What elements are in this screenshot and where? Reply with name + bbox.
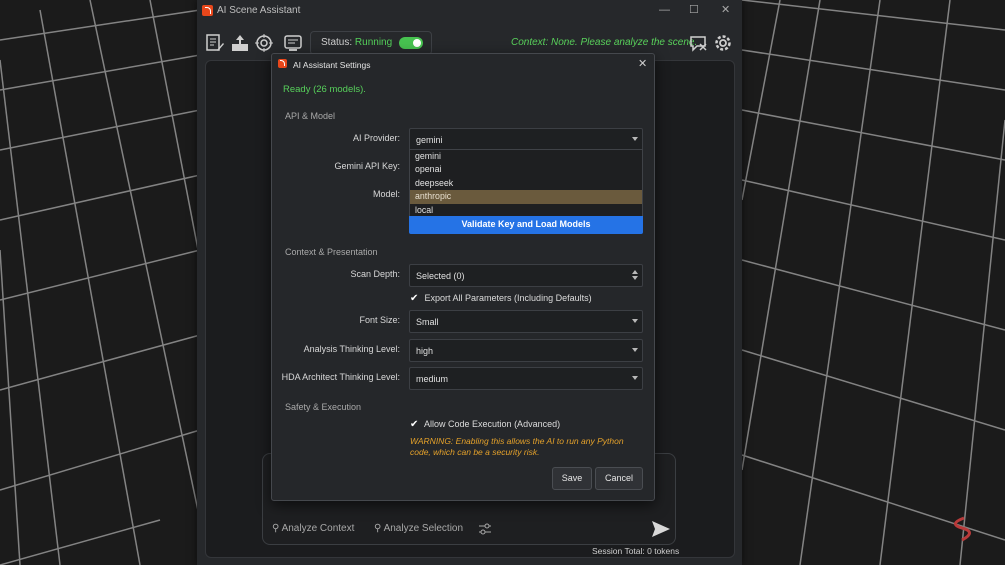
model-label: Model: [372, 189, 400, 199]
analysis-thinking-select[interactable]: high [409, 339, 643, 362]
checkmark-icon: ✔ [410, 419, 419, 430]
running-toggle[interactable] [399, 37, 423, 49]
hda-thinking-label: HDA Architect Thinking Level: [281, 372, 400, 382]
section-safety-execution: Safety & Execution [285, 402, 362, 412]
provider-option-openai[interactable]: openai [410, 163, 642, 176]
analyze-context-button[interactable]: ⚲ Analyze Context [272, 523, 354, 534]
chevron-down-icon [632, 348, 638, 352]
analysis-thinking-value: high [416, 346, 434, 356]
scan-depth-spinbox[interactable]: Selected (0) [409, 264, 643, 287]
font-size-select[interactable]: Small [409, 310, 643, 333]
spin-down-icon[interactable] [632, 276, 638, 280]
target-icon[interactable] [254, 33, 274, 53]
provider-option-gemini[interactable]: gemini [410, 150, 642, 163]
scan-depth-value: Selected (0) [416, 271, 465, 281]
save-button[interactable]: Save [552, 467, 592, 490]
minimize-icon[interactable]: — [659, 3, 670, 17]
send-icon[interactable] [651, 520, 671, 538]
checkmark-icon: ✔ [410, 293, 419, 304]
validate-key-button[interactable]: Validate Key and Load Models [409, 216, 643, 234]
zoom-icon: ⚲ [272, 523, 280, 534]
allow-code-exec-label: Allow Code Execution (Advanced) [424, 419, 561, 429]
sliders-icon[interactable] [478, 522, 492, 536]
font-size-label: Font Size: [359, 315, 400, 325]
export-icon[interactable] [230, 33, 250, 53]
analyze-selection-label: Analyze Selection [383, 523, 464, 534]
session-total: Session Total: 0 tokens [592, 546, 680, 556]
status-value: Running [354, 37, 393, 48]
scan-depth-label: Scan Depth: [350, 269, 400, 279]
hda-thinking-value: medium [416, 374, 449, 384]
status-label: Status: [321, 37, 353, 48]
ready-status: Ready (26 models). [283, 84, 366, 95]
chevron-down-icon [632, 137, 638, 141]
window-title: AI Scene Assistant [217, 5, 301, 16]
allow-code-exec-checkbox[interactable]: ✔ Allow Code Execution (Advanced) [410, 419, 560, 430]
gemini-api-key-label: Gemini API Key: [334, 161, 400, 171]
zoom-icon: ⚲ [374, 523, 382, 534]
provider-option-local[interactable]: local [410, 204, 642, 217]
context-message: Context: None. Please analyze the scene. [511, 37, 698, 48]
ai-provider-label: AI Provider: [352, 133, 400, 143]
provider-option-anthropic[interactable]: anthropic [410, 190, 642, 204]
houdini-app-icon [278, 59, 287, 68]
provider-option-deepseek[interactable]: deepseek [410, 177, 642, 190]
ai-provider-value: gemini [416, 135, 443, 145]
close-icon[interactable]: ✕ [721, 3, 730, 17]
security-warning: WARNING: Enabling this allows the AI to … [410, 436, 624, 457]
dialog-title-bar: AI Assistant Settings ✕ [272, 54, 654, 74]
section-api-model: API & Model [285, 111, 336, 121]
chevron-down-icon [632, 376, 638, 380]
analyze-selection-button[interactable]: ⚲ Analyze Selection [374, 523, 463, 534]
dialog-title: AI Assistant Settings [293, 60, 371, 70]
maximize-icon[interactable]: ☐ [689, 3, 699, 17]
ai-provider-dropdown: gemini openai deepseek anthropic local [409, 149, 643, 218]
chevron-down-icon [632, 319, 638, 323]
export-all-params-label: Export All Parameters (Including Default… [424, 293, 592, 303]
clear-chat-icon[interactable] [688, 33, 708, 53]
cancel-button[interactable]: Cancel [595, 467, 643, 490]
houdini-app-icon [202, 5, 213, 16]
notes-edit-icon[interactable] [205, 33, 225, 53]
font-size-value: Small [416, 317, 439, 327]
analyze-context-label: Analyze Context [281, 523, 355, 534]
dialog-close-icon[interactable]: ✕ [638, 57, 647, 70]
gear-icon[interactable] [713, 33, 733, 53]
hda-thinking-select[interactable]: medium [409, 367, 643, 390]
ai-provider-select[interactable]: gemini [409, 128, 643, 151]
settings-dialog: AI Assistant Settings ✕ Ready (26 models… [271, 53, 655, 501]
analysis-thinking-label: Analysis Thinking Level: [303, 344, 400, 354]
status-indicator: Status: Running [310, 31, 432, 55]
export-all-params-checkbox[interactable]: ✔ Export All Parameters (Including Defau… [410, 293, 592, 304]
spin-up-icon[interactable] [632, 270, 638, 274]
title-bar: AI Scene Assistant — ☐ ✕ [197, 0, 742, 22]
chat-console-icon[interactable] [283, 33, 303, 53]
section-context-presentation: Context & Presentation [285, 247, 378, 257]
